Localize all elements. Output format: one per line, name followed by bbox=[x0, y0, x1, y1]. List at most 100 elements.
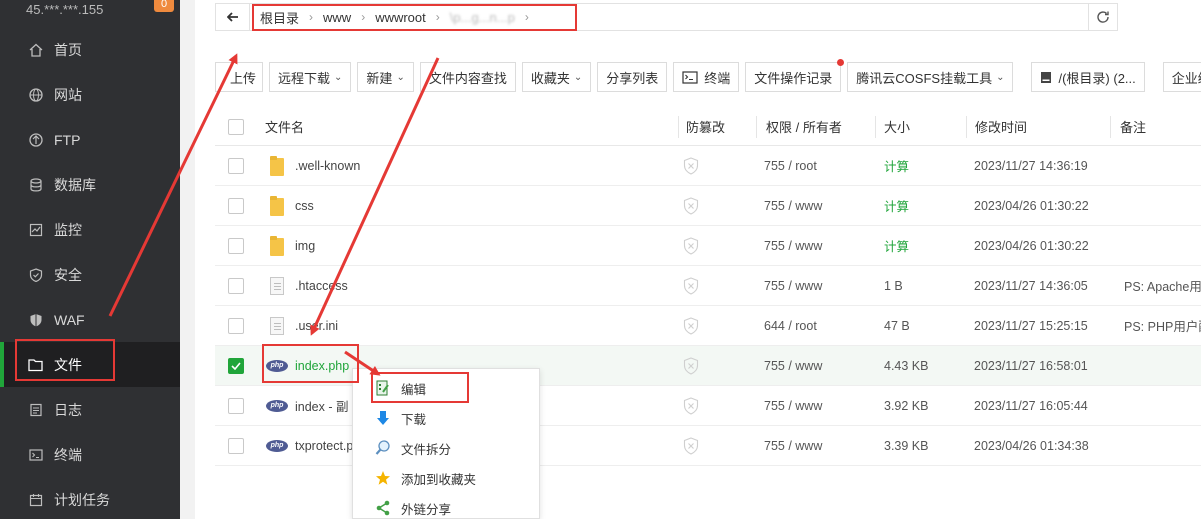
file-name[interactable]: css bbox=[295, 186, 314, 225]
tamper-shield-icon[interactable] bbox=[683, 386, 699, 425]
tamper-shield-icon[interactable] bbox=[683, 426, 699, 465]
menu-item-favorite[interactable]: 添加到收藏夹 bbox=[353, 463, 539, 493]
remote-download-button[interactable]: 远程下载 ⌄ bbox=[269, 62, 352, 92]
file-size[interactable]: 计算 bbox=[884, 146, 909, 185]
row-checkbox[interactable] bbox=[228, 437, 244, 454]
file-perm[interactable]: 755 / www bbox=[764, 346, 822, 385]
header-name[interactable]: 文件名 bbox=[265, 108, 304, 145]
menu-item-label: 文件拆分 bbox=[401, 442, 452, 457]
sidebar-item-label: 计划任务 bbox=[54, 491, 110, 508]
sidebar-item-website[interactable]: 网站 bbox=[0, 72, 180, 117]
file-mtime: 2023/11/27 14:36:19 bbox=[974, 158, 1088, 173]
row-checkbox[interactable] bbox=[228, 157, 244, 174]
file-perm[interactable]: 644 / root bbox=[764, 306, 817, 345]
file-name[interactable]: index - 副 bbox=[295, 386, 349, 425]
sidebar-item-home[interactable]: 首页 bbox=[0, 27, 180, 72]
back-button[interactable] bbox=[216, 4, 250, 30]
new-button[interactable]: 新建 ⌄ bbox=[357, 62, 414, 92]
tamper-shield-icon[interactable] bbox=[683, 186, 699, 225]
terminal-label: 终端 bbox=[704, 70, 731, 86]
menu-item-share[interactable]: 外链分享 bbox=[353, 493, 539, 519]
row-checkbox-checked[interactable] bbox=[228, 357, 244, 374]
file-name[interactable]: .user.ini bbox=[295, 306, 338, 345]
tamper-label: 企业级防篡改 bbox=[1171, 70, 1201, 86]
row-checkbox[interactable] bbox=[228, 397, 244, 414]
row-checkbox-cell bbox=[228, 266, 244, 305]
file-perm[interactable]: 755 / www bbox=[764, 426, 822, 465]
sidebar-item-cron[interactable]: 计划任务 bbox=[0, 477, 180, 519]
favorites-button[interactable]: 收藏夹 ⌄ bbox=[521, 62, 592, 92]
terminal-icon bbox=[28, 447, 44, 463]
terminal-button[interactable]: 终端 bbox=[673, 62, 740, 92]
content-search-button[interactable]: 文件内容查找 bbox=[419, 62, 516, 92]
notification-badge[interactable]: 0 bbox=[154, 0, 174, 12]
file-name[interactable]: index.php bbox=[295, 346, 349, 385]
tamper-shield-icon[interactable] bbox=[683, 306, 699, 345]
row-checkbox[interactable] bbox=[228, 237, 244, 254]
table-row[interactable]: img 755 / www 计算 2023/04/26 01:30:22 bbox=[215, 226, 1201, 266]
breadcrumb-www[interactable]: www bbox=[319, 10, 355, 25]
sidebar-item-files[interactable]: 文件 bbox=[0, 342, 180, 387]
column-divider bbox=[678, 116, 679, 138]
row-checkbox-cell bbox=[228, 226, 244, 265]
row-checkbox[interactable] bbox=[228, 197, 244, 214]
file-icon bbox=[270, 266, 284, 305]
breadcrumb-site[interactable]: \p...g...n...p bbox=[446, 10, 519, 25]
tamper-shield-icon[interactable] bbox=[683, 266, 699, 305]
sidebar-item-ftp[interactable]: FTP bbox=[0, 117, 180, 162]
file-name[interactable]: .htaccess bbox=[295, 266, 348, 305]
file-perm[interactable]: 755 / www bbox=[764, 186, 822, 225]
sidebar-item-security[interactable]: 安全 bbox=[0, 252, 180, 297]
file-size: 4.43 KB bbox=[884, 358, 929, 373]
notification-dot bbox=[837, 59, 845, 66]
sidebar-item-database[interactable]: 数据库 bbox=[0, 162, 180, 207]
menu-item-edit[interactable]: 编辑 bbox=[353, 373, 539, 403]
op-log-button[interactable]: 文件操作记录 bbox=[745, 59, 845, 92]
file-perm[interactable]: 755 / www bbox=[764, 226, 822, 265]
tamper-shield-icon[interactable] bbox=[683, 146, 699, 185]
file-mtime: 2023/11/27 16:58:01 bbox=[974, 358, 1088, 373]
header-mtime[interactable]: 修改时间 bbox=[975, 108, 1027, 145]
file-size[interactable]: 计算 bbox=[884, 226, 909, 265]
select-all-checkbox[interactable] bbox=[228, 118, 244, 135]
disk-button[interactable]: /(根目录) (2... bbox=[1031, 62, 1145, 92]
sidebar-item-terminal[interactable]: 终端 bbox=[0, 432, 180, 477]
tamper-shield-icon[interactable] bbox=[683, 346, 699, 385]
sidebar-item-monitor[interactable]: 监控 bbox=[0, 207, 180, 252]
shield-icon bbox=[28, 267, 44, 283]
chevron-down-icon: ⌄ bbox=[334, 71, 343, 83]
menu-item-download[interactable]: 下载 bbox=[353, 403, 539, 433]
breadcrumb-wwwroot[interactable]: wwwroot bbox=[371, 10, 430, 25]
sidebar-item-waf[interactable]: WAF bbox=[0, 297, 180, 342]
row-checkbox[interactable] bbox=[228, 277, 244, 294]
upload-button[interactable]: 上传 bbox=[215, 62, 264, 92]
disk-icon bbox=[1041, 71, 1052, 83]
header-size[interactable]: 大小 bbox=[884, 108, 910, 145]
log-icon bbox=[28, 402, 44, 418]
refresh-button[interactable] bbox=[1088, 3, 1118, 31]
row-checkbox[interactable] bbox=[228, 317, 244, 334]
file-perm[interactable]: 755 / www bbox=[764, 386, 822, 425]
file-name[interactable]: img bbox=[295, 226, 315, 265]
sidebar-item-label: 终端 bbox=[54, 446, 82, 463]
table-row[interactable]: css 755 / www 计算 2023/04/26 01:30:22 bbox=[215, 186, 1201, 226]
header-perm[interactable]: 权限 / 所有者 bbox=[766, 108, 842, 145]
file-name[interactable]: txprotect.p bbox=[295, 426, 353, 465]
table-row[interactable]: .well-known 755 / root 计算 2023/11/27 14:… bbox=[215, 146, 1201, 186]
folder-icon bbox=[269, 146, 285, 185]
menu-item-split[interactable]: 文件拆分 bbox=[353, 433, 539, 463]
file-perm[interactable]: 755 / www bbox=[764, 266, 822, 305]
tamper-button[interactable]: 企业级防篡改 bbox=[1162, 62, 1201, 92]
table-row[interactable]: .user.ini 644 / root 47 B 2023/11/27 15:… bbox=[215, 306, 1201, 346]
table-row[interactable]: .htaccess 755 / www 1 B 2023/11/27 14:36… bbox=[215, 266, 1201, 306]
cosfs-button[interactable]: 腾讯云COSFS挂载工具 ⌄ bbox=[847, 62, 1014, 92]
file-perm[interactable]: 755 / root bbox=[764, 146, 817, 185]
file-size[interactable]: 计算 bbox=[884, 186, 909, 225]
menu-item-label: 下载 bbox=[401, 412, 427, 427]
breadcrumb-root[interactable]: 根目录 bbox=[256, 8, 303, 27]
sidebar-item-label: FTP bbox=[54, 131, 81, 148]
file-name[interactable]: .well-known bbox=[295, 146, 360, 185]
sidebar-item-logs[interactable]: 日志 bbox=[0, 387, 180, 432]
share-list-button[interactable]: 分享列表 bbox=[597, 62, 668, 92]
tamper-shield-icon[interactable] bbox=[683, 226, 699, 265]
